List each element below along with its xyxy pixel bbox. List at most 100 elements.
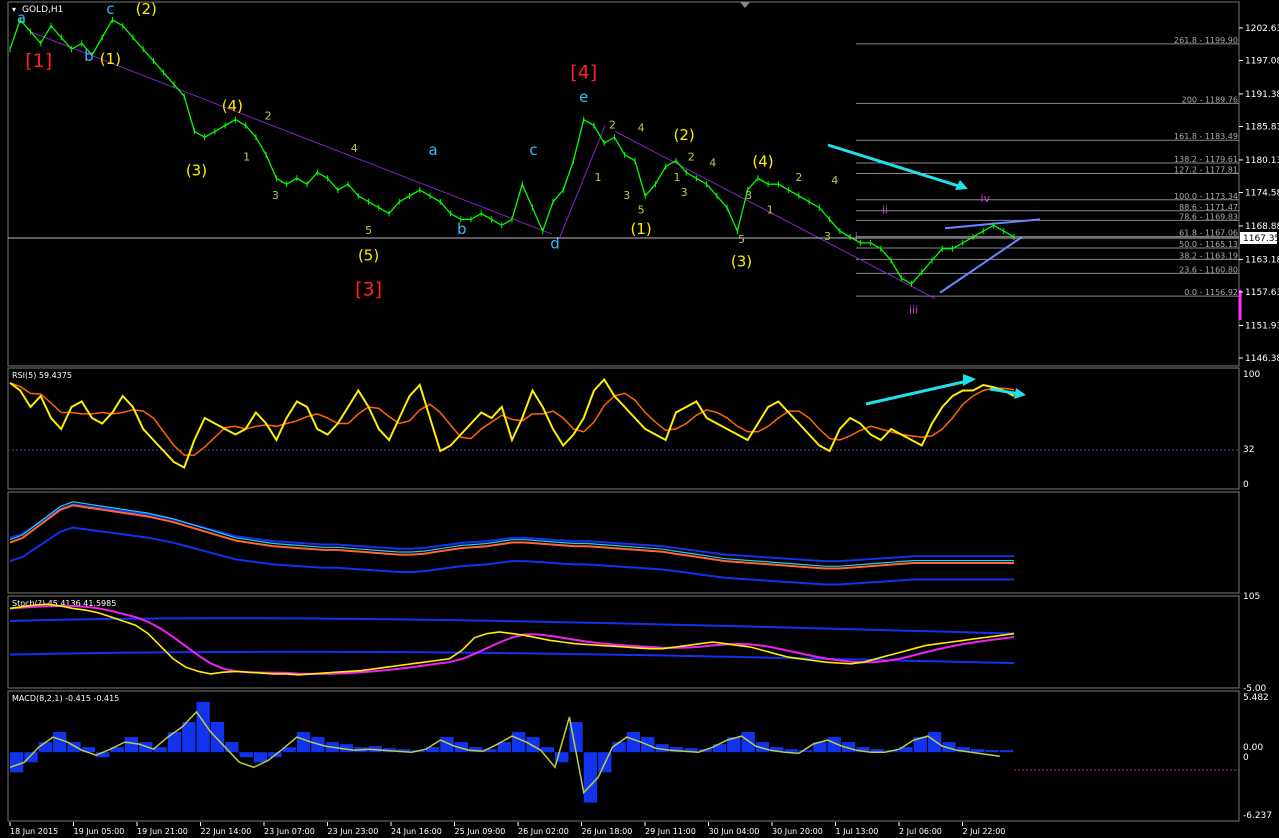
stoch-panel[interactable]: Stoch(?) 45.4136 41.5985 bbox=[7, 595, 1240, 689]
price-tick-label: 1163.18 bbox=[1245, 255, 1279, 265]
current-price-label: 1167.35 bbox=[1243, 234, 1279, 244]
fib-level-label: 161.8 - 1183.49 bbox=[1174, 132, 1238, 141]
chart-canvas: GOLD,H1 ▾ 261.8 - 1199.90200 - 1189.7616… bbox=[7, 0, 1279, 836]
price-tick-label: 1202.63 bbox=[1245, 24, 1279, 34]
price-tick-label: 1151.93 bbox=[1245, 321, 1279, 331]
wave-label: 3 bbox=[681, 186, 688, 199]
macd-histogram-bar bbox=[712, 744, 727, 753]
wave-label: b bbox=[457, 220, 467, 238]
time-tick-label: 26 Jun 02:00 bbox=[518, 827, 569, 836]
wave-label: [4] bbox=[570, 62, 597, 84]
rsi-panel[interactable]: RSI(5) 59.4375 bbox=[7, 367, 1240, 490]
wave-label: 3 bbox=[824, 230, 831, 243]
wave-label: 5 bbox=[738, 233, 745, 246]
wave-label: a bbox=[17, 9, 26, 27]
macd-histogram-bar bbox=[124, 737, 139, 753]
time-tick-label: 26 Jun 18:00 bbox=[582, 827, 633, 836]
price-tick-label: 1191.38 bbox=[1245, 90, 1279, 100]
price-scale: 1202.63 1197.08 1191.38 1185.83 1180.13 1174.… bbox=[1239, 24, 1279, 364]
macd-level-label: 0 bbox=[1243, 753, 1249, 763]
main-price-panel[interactable]: GOLD,H1 ▾ 261.8 - 1199.90200 - 1189.7616… bbox=[7, 0, 1279, 367]
macd-histogram-bar bbox=[985, 750, 999, 753]
price-tick-label: 1146.38 bbox=[1245, 354, 1279, 364]
wave-label: 5 bbox=[638, 204, 645, 217]
wave-label: 3 bbox=[272, 189, 279, 202]
wave-label: (3) bbox=[731, 252, 752, 270]
fib-level-label: 61.8 - 1167.06 bbox=[1179, 229, 1238, 238]
time-tick-label: 1 Jul 13:00 bbox=[836, 827, 879, 836]
fib-level-label: 23.6 - 1160.80 bbox=[1179, 265, 1238, 274]
time-tick-label: 23 Jun 07:00 bbox=[264, 827, 315, 836]
time-tick-label: 22 Jun 14:00 bbox=[201, 827, 252, 836]
rsi-scale: 100 32 0 bbox=[1243, 370, 1260, 490]
macd-histogram-bar bbox=[626, 732, 641, 753]
price-tick-label: 1157.63 bbox=[1245, 288, 1279, 298]
macd-histogram-bar bbox=[612, 742, 626, 753]
macd-scale: 5.482 0.000 -6.237 bbox=[1243, 693, 1272, 821]
macd-histogram-bar bbox=[583, 752, 598, 803]
symbol-dropdown-icon[interactable]: ▾ bbox=[12, 5, 16, 14]
wave-label: c bbox=[529, 141, 537, 159]
time-tick-label: 19 Jun 05:00 bbox=[74, 827, 125, 836]
price-tick-label: 1197.08 bbox=[1245, 56, 1279, 66]
macd-histogram-bar bbox=[741, 732, 755, 753]
macd-histogram-bar bbox=[10, 752, 24, 773]
fib-level-label: 138.2 - 1179.61 bbox=[1174, 155, 1238, 164]
macd-histogram-bar bbox=[927, 732, 942, 753]
wave-label: b bbox=[84, 47, 94, 65]
macd-histogram-bar bbox=[53, 732, 67, 753]
wave-label: 4 bbox=[638, 121, 645, 134]
price-tick-label: 1185.83 bbox=[1245, 122, 1279, 132]
wave-label: 2 bbox=[795, 171, 802, 184]
stoch-level-label: 105 bbox=[1243, 592, 1260, 602]
fib-level-label: 38.2 - 1163.19 bbox=[1179, 251, 1238, 260]
wave-label: [1] bbox=[25, 50, 52, 72]
wave-label: (2) bbox=[136, 0, 157, 18]
macd-level-label: 5.482 bbox=[1243, 693, 1269, 703]
bands-panel[interactable] bbox=[7, 491, 1240, 594]
fib-level-label: 0.0 - 1156.92 bbox=[1184, 288, 1238, 297]
rsi-label: RSI(5) 59.4375 bbox=[12, 371, 72, 380]
fib-level-label: 88.6 - 1171.47 bbox=[1179, 203, 1238, 212]
time-tick-label: 30 Jun 04:00 bbox=[709, 827, 760, 836]
fib-level-label: 50.0 - 1165.13 bbox=[1179, 240, 1238, 249]
macd-histogram-bar bbox=[296, 732, 311, 753]
fib-level-label: 100.0 - 1173.34 bbox=[1174, 192, 1238, 201]
wave-label: c bbox=[106, 0, 114, 18]
wave-label: 1 bbox=[595, 171, 602, 184]
time-tick-label: 2 Jul 22:00 bbox=[963, 827, 1006, 836]
wave-label: 1 bbox=[673, 171, 680, 184]
fib-level-label: 261.8 - 1199.90 bbox=[1174, 36, 1238, 45]
macd-label: MACD(8,2,1) -0.415 -0.415 bbox=[12, 694, 119, 703]
stoch-scale: 105-5.00 bbox=[1243, 592, 1267, 694]
wave-label: (4) bbox=[752, 153, 773, 171]
wave-label: 4 bbox=[831, 174, 838, 187]
macd-panel[interactable]: MACD(8,2,1) -0.415 -0.415 bbox=[7, 690, 1240, 822]
macd-histogram-bar bbox=[999, 750, 1013, 753]
wave-label: 2 bbox=[265, 110, 272, 123]
macd-histogram-bar bbox=[239, 752, 253, 758]
fib-level-label: 78.6 - 1169.83 bbox=[1179, 212, 1238, 221]
wave-label: ii bbox=[882, 204, 888, 217]
wave-label: 2 bbox=[609, 118, 616, 131]
time-axis: 18 Jun 2015 19 Jun 05:00 19 Jun 21:00 22 Ju… bbox=[9, 822, 1006, 836]
macd-histogram-bar bbox=[512, 732, 526, 753]
price-tick-label: 1168.88 bbox=[1245, 222, 1279, 232]
wave-label: 2 bbox=[688, 151, 695, 164]
wave-label: [3] bbox=[355, 279, 382, 301]
wave-label: iv bbox=[981, 192, 991, 205]
time-tick-label: 24 Jun 16:00 bbox=[391, 827, 442, 836]
time-tick-label: 29 Jun 11:00 bbox=[645, 827, 696, 836]
wave-label: 1 bbox=[243, 151, 250, 164]
time-tick-label: 18 Jun 2015 bbox=[10, 827, 58, 836]
wave-label: (4) bbox=[222, 97, 243, 115]
wave-label: (2) bbox=[673, 126, 694, 144]
symbol-label: GOLD,H1 bbox=[22, 5, 63, 15]
macd-histogram-bar bbox=[526, 737, 540, 753]
fib-level-label: 200 - 1189.76 bbox=[1182, 95, 1238, 104]
wave-label: (5) bbox=[358, 246, 379, 264]
wave-label: (1) bbox=[630, 220, 651, 238]
price-tick-label: 1174.58 bbox=[1245, 189, 1279, 199]
wave-label: i bbox=[855, 230, 858, 243]
macd-level-label: -6.237 bbox=[1243, 811, 1272, 821]
